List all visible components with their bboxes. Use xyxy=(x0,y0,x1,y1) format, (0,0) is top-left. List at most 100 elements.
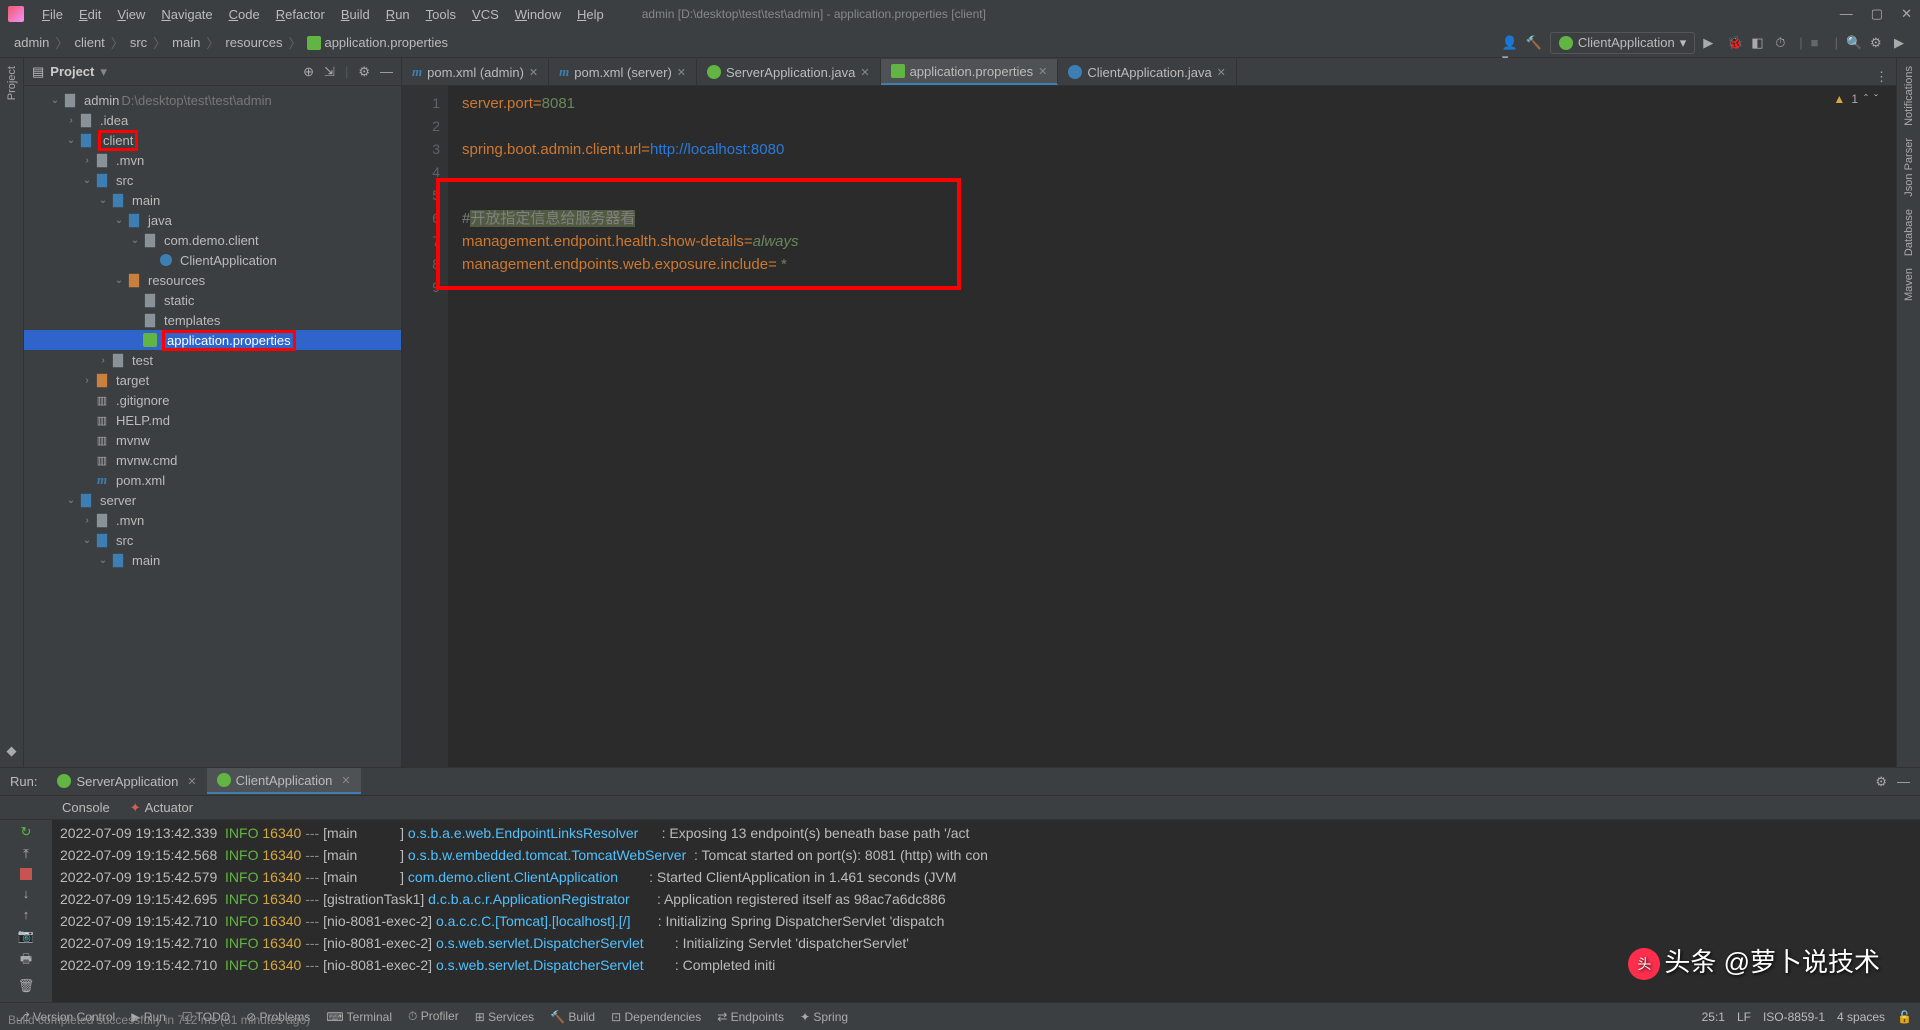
tool-notifications[interactable]: Notifications xyxy=(1903,66,1915,126)
tree-node[interactable]: › ▇.mvn xyxy=(24,150,401,170)
code-line[interactable] xyxy=(462,161,1896,184)
indent[interactable]: 4 spaces xyxy=(1837,1010,1885,1024)
tree-node[interactable]: ⌄ ▇src xyxy=(24,530,401,550)
status-profiler[interactable]: ⏱ Profiler xyxy=(400,1009,467,1024)
tree-node[interactable]: › ▇.mvn xyxy=(24,510,401,530)
stop-button[interactable] xyxy=(20,868,32,880)
tree-node[interactable]: mpom.xml xyxy=(24,470,401,490)
editor-tab[interactable]: ServerApplication.java✕ xyxy=(697,59,881,85)
tree-node[interactable]: ⌄ ▇main xyxy=(24,190,401,210)
tree-node[interactable]: ▥mvnw xyxy=(24,430,401,450)
status-spring[interactable]: ✦ Spring xyxy=(792,1009,856,1024)
run-button[interactable]: ▶ xyxy=(1703,35,1719,51)
console-output[interactable]: 2022-07-09 19:13:42.339 INFO 16340 --- [… xyxy=(52,820,1920,1002)
stop-button[interactable]: ■ xyxy=(1811,35,1827,51)
menu-window[interactable]: Window xyxy=(507,7,569,22)
print-icon[interactable]: 🖶 xyxy=(20,950,32,972)
user-icon[interactable]: 👤▾ xyxy=(1502,35,1518,51)
console-tab[interactable]: Console xyxy=(52,800,120,815)
tree-arrow-icon[interactable]: ⌄ xyxy=(96,195,110,206)
maximize-button[interactable]: ▢ xyxy=(1871,6,1883,22)
breadcrumb-item[interactable]: admin xyxy=(10,35,53,50)
down-icon[interactable]: ↓ xyxy=(23,886,30,901)
rerun-button[interactable]: ↻ xyxy=(21,824,32,840)
hammer-icon[interactable]: 🔨 xyxy=(1526,35,1542,51)
run-anything-icon[interactable]: ▶ xyxy=(1894,35,1910,51)
tree-arrow-icon[interactable]: › xyxy=(80,375,94,386)
search-icon[interactable]: 🔍 xyxy=(1846,35,1862,51)
menu-navigate[interactable]: Navigate xyxy=(153,7,220,22)
actuator-tab[interactable]: ✦Actuator xyxy=(120,800,203,816)
code-line[interactable]: management.endpoint.health.show-details=… xyxy=(462,230,1896,253)
code-line[interactable] xyxy=(462,184,1896,207)
run-tab[interactable]: ServerApplication✕ xyxy=(47,768,206,794)
up-icon[interactable]: ↑ xyxy=(23,907,30,922)
tree-node[interactable]: › ▇test xyxy=(24,350,401,370)
code-line[interactable]: #开放指定信息给服务器看 xyxy=(462,207,1896,230)
menu-code[interactable]: Code xyxy=(221,7,268,22)
tree-node[interactable]: ⌄ ▇com.demo.client xyxy=(24,230,401,250)
tree-arrow-icon[interactable]: ⌄ xyxy=(112,215,126,226)
menu-help[interactable]: Help xyxy=(569,7,612,22)
tree-node[interactable]: ⌄ ▇server xyxy=(24,490,401,510)
menu-edit[interactable]: Edit xyxy=(71,7,109,22)
hide-icon[interactable]: — xyxy=(1897,774,1910,790)
tab-menu-icon[interactable]: ⋮ xyxy=(1867,69,1896,85)
tree-node[interactable]: ▇static xyxy=(24,290,401,310)
tree-arrow-icon[interactable]: › xyxy=(80,515,94,526)
menu-refactor[interactable]: Refactor xyxy=(268,7,333,22)
status-build[interactable]: 🔨 Build xyxy=(542,1009,603,1024)
tree-node[interactable]: ▥mvnw.cmd xyxy=(24,450,401,470)
project-tool-button[interactable]: Project xyxy=(6,66,18,100)
gear-icon[interactable]: ⚙ xyxy=(1875,774,1887,790)
encoding[interactable]: ISO-8859-1 xyxy=(1763,1010,1825,1024)
tree-node[interactable]: › ▇.idea xyxy=(24,110,401,130)
bookmark-icon[interactable]: ◆ xyxy=(7,743,17,759)
status-terminal[interactable]: ⌨ Terminal xyxy=(318,1009,400,1024)
close-icon[interactable]: ✕ xyxy=(529,66,538,79)
tree-node[interactable]: › ▇target xyxy=(24,370,401,390)
code-line[interactable]: management.endpoints.web.exposure.includ… xyxy=(462,253,1896,276)
menu-tools[interactable]: Tools xyxy=(418,7,464,22)
menu-vcs[interactable]: VCS xyxy=(464,7,507,22)
status-services[interactable]: ⊞ Services xyxy=(467,1009,542,1024)
code-line[interactable] xyxy=(462,276,1896,299)
tool-json-parser[interactable]: Json Parser xyxy=(1903,138,1915,197)
tree-arrow-icon[interactable]: ⌄ xyxy=(64,135,78,146)
close-icon[interactable]: ✕ xyxy=(341,774,350,787)
tree-node[interactable]: ▥.gitignore xyxy=(24,390,401,410)
project-tree[interactable]: ⌄ ▇admin D:\desktop\test\test\admin › ▇.… xyxy=(24,86,401,767)
chevron-down-icon[interactable]: ▾ xyxy=(100,64,107,80)
breadcrumb-item[interactable]: src xyxy=(126,35,151,50)
run-tab[interactable]: ClientApplication✕ xyxy=(207,768,361,794)
tree-node[interactable]: ⌄ ▇src xyxy=(24,170,401,190)
tree-arrow-icon[interactable]: ⌄ xyxy=(112,275,126,286)
breadcrumb-item[interactable]: application.properties xyxy=(303,35,452,51)
menu-file[interactable]: File xyxy=(34,7,71,22)
tree-node[interactable]: ▇templates xyxy=(24,310,401,330)
code-line[interactable] xyxy=(462,115,1896,138)
editor[interactable]: 123456789 server.port=8081 spring.boot.a… xyxy=(402,86,1896,767)
status-endpoints[interactable]: ⇄ Endpoints xyxy=(709,1009,792,1024)
hide-icon[interactable]: — xyxy=(380,64,393,80)
tree-node[interactable]: ⌄ ▇admin D:\desktop\test\test\admin xyxy=(24,90,401,110)
tree-node[interactable]: ▥HELP.md xyxy=(24,410,401,430)
close-icon[interactable]: ✕ xyxy=(677,66,686,79)
expand-icon[interactable]: ⇲ xyxy=(324,64,335,80)
breadcrumb-item[interactable]: resources xyxy=(221,35,286,50)
tree-node[interactable]: ⌄ ▇java xyxy=(24,210,401,230)
close-icon[interactable]: ✕ xyxy=(1217,66,1226,79)
tree-arrow-icon[interactable]: › xyxy=(80,155,94,166)
tool-database[interactable]: Database xyxy=(1903,209,1915,256)
prev-highlight-icon[interactable]: ˆ xyxy=(1864,92,1868,106)
code-line[interactable]: server.port=8081 xyxy=(462,92,1896,115)
coverage-button[interactable]: ◧ xyxy=(1751,35,1767,51)
tree-arrow-icon[interactable]: ⌄ xyxy=(128,235,142,246)
minimize-button[interactable]: — xyxy=(1840,6,1853,22)
locate-icon[interactable]: ⊕ xyxy=(303,64,314,80)
tree-arrow-icon[interactable]: ⌄ xyxy=(80,175,94,186)
menu-view[interactable]: View xyxy=(109,7,153,22)
tree-arrow-icon[interactable]: ⌄ xyxy=(96,555,110,566)
tree-node[interactable]: application.properties xyxy=(24,330,401,350)
code-line[interactable]: spring.boot.admin.client.url=http://loca… xyxy=(462,138,1896,161)
